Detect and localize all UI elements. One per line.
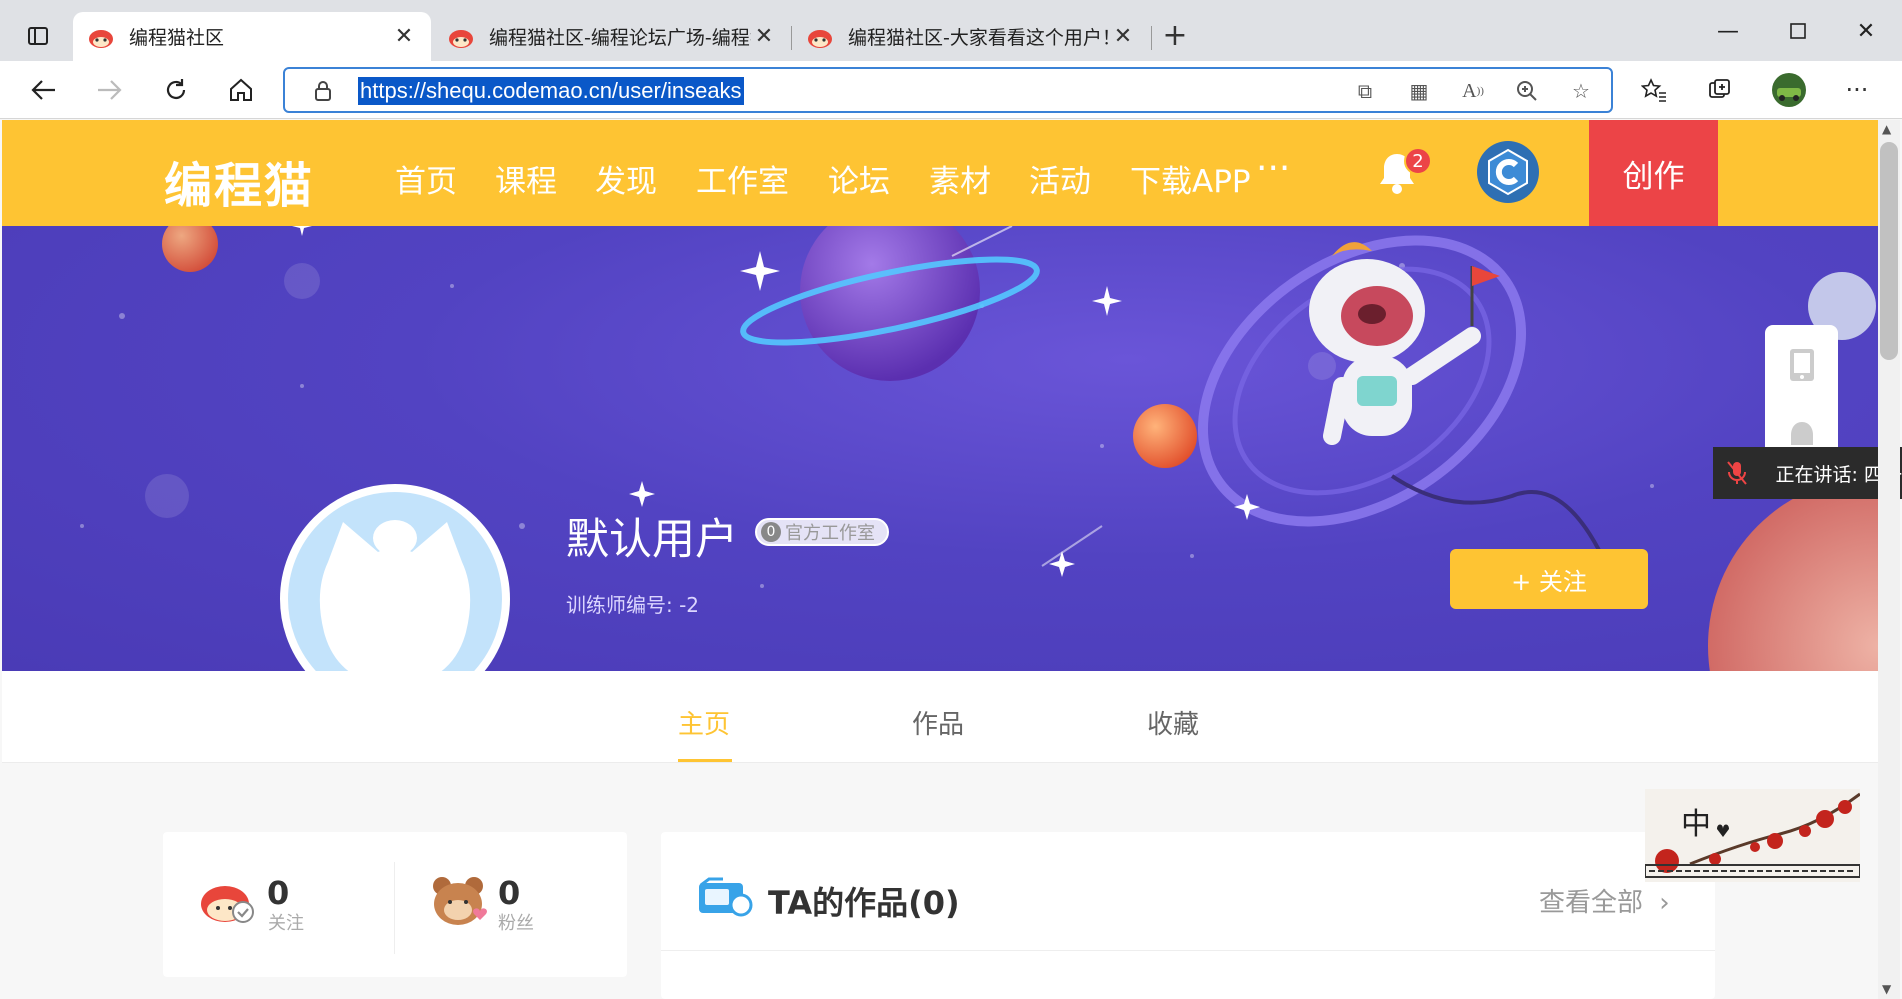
tab-close-icon[interactable]: ✕ bbox=[1110, 24, 1136, 49]
favorites-icon[interactable] bbox=[1634, 71, 1674, 109]
speaking-indicator: 正在讲话: 四一 bbox=[1713, 447, 1902, 499]
user-avatar-c-icon[interactable] bbox=[1476, 140, 1540, 208]
profile-avatar[interactable] bbox=[1769, 71, 1809, 109]
muted-microphone-icon bbox=[1713, 460, 1762, 486]
browser-tabstrip: 编程猫社区 ✕ 编程猫社区-编程论坛广场-编程猫 ✕ 编程猫社区-大家看看这个用… bbox=[0, 0, 1902, 61]
following-icon bbox=[199, 874, 255, 930]
view-all-label: 查看全部 bbox=[1539, 888, 1644, 918]
fans-count[interactable]: 0 bbox=[498, 874, 520, 912]
nav-discover[interactable]: 发现 bbox=[595, 156, 657, 201]
nav-events[interactable]: 活动 bbox=[1029, 156, 1091, 201]
lock-icon[interactable] bbox=[305, 73, 341, 109]
notification-badge: 2 bbox=[1404, 147, 1432, 175]
tab-title: 编程猫社区-大家看看这个用户！ bbox=[848, 27, 1110, 49]
tab-title: 编程猫社区 bbox=[129, 27, 225, 49]
codemao-favicon-icon bbox=[447, 25, 475, 49]
tab-close-icon[interactable]: ✕ bbox=[751, 24, 777, 49]
codemao-favicon-icon bbox=[87, 25, 115, 49]
qr-code-icon[interactable]: ▦ bbox=[1401, 73, 1437, 109]
following-count[interactable]: 0 bbox=[267, 874, 289, 912]
fans-icon bbox=[428, 874, 488, 932]
mobile-app-icon[interactable] bbox=[1787, 347, 1817, 387]
plum-blossom-decoration: 中 bbox=[1645, 789, 1860, 882]
trainer-id: 训练师编号: -2 bbox=[566, 593, 700, 617]
collections-icon[interactable] bbox=[1700, 71, 1740, 109]
active-tab-indicator bbox=[678, 759, 732, 762]
scroll-up-icon[interactable]: ▲ bbox=[1882, 122, 1891, 136]
studio-tag-label: 官方工作室 bbox=[785, 523, 875, 544]
plum-branch-icon bbox=[1645, 792, 1860, 878]
read-aloud-icon[interactable]: A)) bbox=[1455, 73, 1491, 109]
stats-divider bbox=[394, 862, 395, 954]
browser-tab[interactable]: 编程猫社区 ✕ bbox=[73, 12, 431, 61]
browser-toolbar: https://shequ.codemao.cn/user/inseaks ⧉ … bbox=[0, 61, 1902, 119]
add-favorite-icon[interactable]: ☆ bbox=[1563, 73, 1599, 109]
tab-actions-icon[interactable] bbox=[18, 16, 58, 56]
tab-works[interactable]: 作品 bbox=[912, 704, 964, 741]
home-icon[interactable] bbox=[221, 71, 261, 109]
refresh-icon[interactable] bbox=[156, 71, 196, 109]
nav-more[interactable]: ··· bbox=[1256, 148, 1290, 189]
follow-button[interactable]: + 关注 bbox=[1450, 549, 1648, 609]
deco-character: 中 bbox=[1681, 807, 1711, 842]
back-icon[interactable] bbox=[24, 71, 64, 109]
codemao-favicon-icon bbox=[806, 25, 834, 49]
maximize-icon[interactable] bbox=[1766, 12, 1830, 50]
chevron-right-icon: › bbox=[1659, 888, 1670, 918]
studio-tag-count: 0 bbox=[761, 522, 781, 542]
url-text[interactable]: https://shequ.codemao.cn/user/inseaks bbox=[358, 77, 744, 105]
tab-separator bbox=[1151, 26, 1152, 50]
nav-forum[interactable]: 论坛 bbox=[828, 156, 890, 201]
tab-title: 编程猫社区-编程论坛广场-编程猫 bbox=[489, 27, 751, 49]
site-logo[interactable]: 编程猫 bbox=[164, 146, 314, 216]
minimize-icon[interactable]: — bbox=[1696, 12, 1760, 50]
stats-card: 0 关注 0 粉丝 bbox=[163, 832, 627, 977]
profile-tabs: 主页 作品 收藏 bbox=[2, 671, 1878, 763]
app-available-icon[interactable]: ⧉ bbox=[1347, 73, 1383, 109]
nav-materials[interactable]: 素材 bbox=[929, 156, 991, 201]
works-folder-icon bbox=[697, 875, 753, 923]
studio-tag[interactable]: 0 官方工作室 bbox=[755, 518, 889, 546]
nav-home[interactable]: 首页 bbox=[395, 156, 457, 201]
following-label: 关注 bbox=[268, 913, 304, 934]
tab-home[interactable]: 主页 bbox=[678, 704, 730, 741]
forward-icon[interactable] bbox=[89, 71, 129, 109]
new-tab-icon[interactable]: + bbox=[1155, 16, 1195, 54]
window-close-icon[interactable]: ✕ bbox=[1834, 12, 1898, 50]
browser-tab[interactable]: 编程猫社区-大家看看这个用户！ ✕ bbox=[792, 12, 1150, 61]
scrollbar-thumb[interactable] bbox=[1880, 142, 1898, 360]
nav-courses[interactable]: 课程 bbox=[495, 156, 557, 201]
works-title: TA的作品(0) bbox=[768, 884, 960, 922]
scroll-down-icon[interactable]: ▼ bbox=[1882, 982, 1891, 996]
nav-studio[interactable]: 工作室 bbox=[696, 156, 789, 201]
profile-username: 默认用户 bbox=[566, 515, 738, 565]
nav-download-app[interactable]: 下载APP bbox=[1130, 156, 1251, 201]
address-bar[interactable]: https://shequ.codemao.cn/user/inseaks ⧉ … bbox=[283, 67, 1613, 113]
zoom-icon[interactable] bbox=[1509, 73, 1545, 109]
create-button[interactable]: 创作 bbox=[1589, 120, 1718, 226]
tab-favorites[interactable]: 收藏 bbox=[1147, 704, 1199, 741]
view-all-link[interactable]: 查看全部 › bbox=[1539, 882, 1670, 919]
works-divider bbox=[661, 950, 1715, 951]
more-menu-icon[interactable]: ··· bbox=[1837, 71, 1877, 109]
fans-label: 粉丝 bbox=[498, 913, 534, 934]
tab-close-icon[interactable]: ✕ bbox=[391, 24, 417, 49]
site-header: 编程猫 首页 课程 发现 工作室 论坛 素材 活动 下载APP ··· 2 创作 bbox=[2, 120, 1878, 226]
browser-tab[interactable]: 编程猫社区-编程论坛广场-编程猫 ✕ bbox=[433, 12, 791, 61]
